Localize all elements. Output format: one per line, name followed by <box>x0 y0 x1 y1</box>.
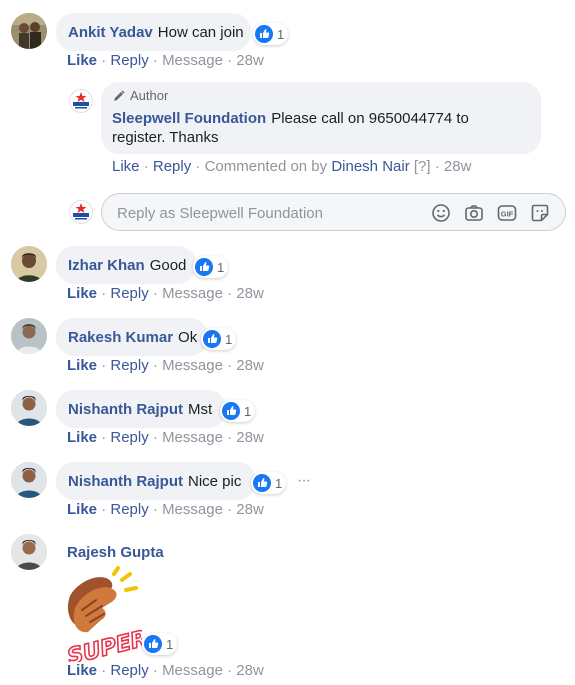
message-link[interactable]: Message <box>162 357 223 374</box>
like-reaction-icon <box>144 635 162 653</box>
reply-link[interactable]: Reply <box>110 52 148 69</box>
reply-link[interactable]: Reply <box>110 429 148 446</box>
like-link[interactable]: Like <box>67 285 97 302</box>
like-reaction-icon <box>255 25 273 43</box>
reaction-count[interactable]: 1 <box>193 256 229 278</box>
avatar[interactable] <box>11 534 47 570</box>
like-link[interactable]: Like <box>67 501 97 518</box>
reaction-count[interactable]: 1 <box>201 328 237 350</box>
like-link[interactable]: Like <box>67 52 97 69</box>
comment-actions: Like · Reply · Message · 28w <box>67 429 264 446</box>
message-link[interactable]: Message <box>162 662 223 679</box>
gif-icon[interactable]: GIF <box>497 203 517 223</box>
timestamp[interactable]: 28w <box>444 158 472 175</box>
timestamp[interactable]: 28w <box>236 357 264 374</box>
like-link[interactable]: Like <box>67 357 97 374</box>
reply-link[interactable]: Reply <box>153 158 191 175</box>
comment-text: Mst <box>188 400 213 418</box>
reaction-count[interactable]: 1 <box>220 400 256 422</box>
reaction-count[interactable]: 1 <box>253 23 289 45</box>
like-reaction-icon <box>203 330 221 348</box>
comment-author-link[interactable]: Nishanth Rajput <box>68 401 183 418</box>
svg-text:GIF: GIF <box>501 209 514 218</box>
timestamp[interactable]: 28w <box>236 662 264 679</box>
page-logo[interactable] <box>69 89 93 113</box>
comment-text: How can join <box>157 23 244 41</box>
like-link[interactable]: Like <box>112 158 140 175</box>
comment-actions: Like · Reply · Message · 28w <box>67 662 264 679</box>
comment-bubble: Nishanth Rajput Mst <box>56 390 226 428</box>
message-link[interactable]: Message <box>162 501 223 518</box>
emoji-icon[interactable] <box>431 203 451 223</box>
like-reaction-icon <box>253 474 271 492</box>
message-link[interactable]: Message <box>162 285 223 302</box>
like-reaction-icon <box>222 402 240 420</box>
commented-on-by-label: Commented on by <box>204 158 328 175</box>
avatar[interactable] <box>11 390 47 426</box>
comment-text: Please call on 9650044774 to <box>271 110 469 127</box>
like-link[interactable]: Like <box>67 429 97 446</box>
super-sticker[interactable]: SUPER! <box>62 566 161 671</box>
comment-text: Nice pic <box>188 472 242 490</box>
more-options-button[interactable]: ··· <box>297 472 311 490</box>
comment-actions: Like · Reply · Message · 28w <box>67 357 264 374</box>
pencil-icon <box>114 90 125 101</box>
like-link[interactable]: Like <box>67 662 97 679</box>
comment-actions: Like · Reply · Message · 28w <box>67 501 264 518</box>
help-link[interactable]: [?] <box>414 158 431 175</box>
comment-bubble: Rakesh Kumar Ok <box>56 318 208 356</box>
comment-actions: Like · Reply · Commented on by Dinesh Na… <box>112 158 472 175</box>
comment-actions: Like · Reply · Message · 28w <box>67 285 264 302</box>
comment-bubble: Nishanth Rajput Nice pic <box>56 462 256 500</box>
author-reply-content: Sleepwell Foundation Please call on 96500… <box>112 109 532 147</box>
comment-author-link[interactable]: Rajesh Gupta <box>67 544 164 561</box>
commenter-link[interactable]: Dinesh Nair <box>331 158 409 175</box>
message-link[interactable]: Message <box>162 429 223 446</box>
timestamp[interactable]: 28w <box>236 52 264 69</box>
comment-bubble: Ankit Yadav How can join <box>56 13 251 51</box>
reply-link[interactable]: Reply <box>110 357 148 374</box>
avatar[interactable] <box>11 318 47 354</box>
avatar[interactable] <box>11 13 47 49</box>
author-badge: Author <box>112 88 168 103</box>
comment-author-link[interactable]: Ankit Yadav <box>68 24 153 41</box>
reply-link[interactable]: Reply <box>110 285 148 302</box>
comment-text-cont: register. Thanks <box>112 129 219 146</box>
timestamp[interactable]: 28w <box>236 429 264 446</box>
sticker-icon[interactable] <box>530 203 550 223</box>
reply-input[interactable] <box>115 202 419 224</box>
sticker-caption: SUPER! <box>65 624 142 662</box>
message-link[interactable]: Message <box>162 52 223 69</box>
comment-author-link[interactable]: Sleepwell Foundation <box>112 110 266 127</box>
reaction-count[interactable]: 1 <box>142 633 178 655</box>
avatar[interactable] <box>11 462 47 498</box>
avatar[interactable] <box>11 246 47 282</box>
comment-text: Good <box>149 256 187 274</box>
comment-author-link[interactable]: Izhar Khan <box>68 257 145 274</box>
timestamp[interactable]: 28w <box>236 501 264 518</box>
comment-author-link[interactable]: Nishanth Rajput <box>68 473 183 490</box>
reply-link[interactable]: Reply <box>110 662 148 679</box>
page-logo <box>69 200 93 224</box>
like-reaction-icon <box>195 258 213 276</box>
reply-box[interactable]: GIF <box>101 193 566 231</box>
camera-icon[interactable] <box>464 203 484 223</box>
timestamp[interactable]: 28w <box>236 285 264 302</box>
comment-bubble: Izhar Khan Good <box>56 246 196 284</box>
reaction-count[interactable]: 1 <box>251 472 287 494</box>
comment-actions: Like · Reply · Message · 28w <box>67 52 264 69</box>
comment-text: Ok <box>178 328 198 346</box>
comment-author-link[interactable]: Rakesh Kumar <box>68 329 173 346</box>
reply-link[interactable]: Reply <box>110 501 148 518</box>
